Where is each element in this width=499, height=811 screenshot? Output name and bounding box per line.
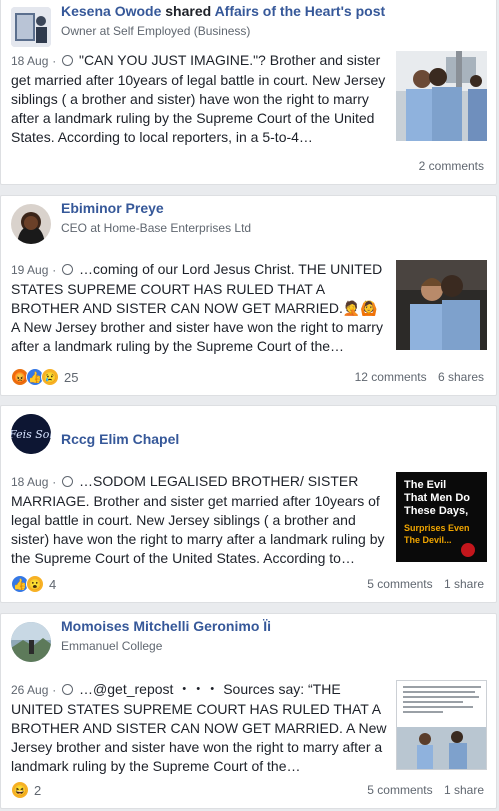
reaction-summary[interactable]: 😆 2 [11, 781, 41, 799]
post-counts: 2 comments [411, 159, 484, 173]
comments-count[interactable]: 5 comments [367, 577, 432, 591]
post-body: 18 Aug · …SODOM LEGALISED BROTHER/ SISTE… [11, 472, 387, 568]
separator: · [52, 263, 57, 277]
post-header: Ebiminor Preye [61, 200, 164, 216]
post-thumbnail[interactable] [396, 260, 487, 350]
post-date[interactable]: 26 Aug [11, 683, 48, 697]
separator: · [52, 475, 57, 489]
news-feed: Kesena Owode shared Affairs of the Heart… [0, 0, 499, 811]
reaction-summary[interactable]: 👍 😮 4 [11, 575, 56, 593]
author-link[interactable]: Kesena Owode [61, 3, 161, 19]
thumbnail-text: The Evil [404, 479, 446, 491]
author-link[interactable]: Rccg Elim Chapel [61, 431, 179, 447]
author-link[interactable]: Ebiminor Preye [61, 200, 164, 216]
post-date[interactable]: 18 Aug [11, 475, 48, 489]
sad-reaction-icon: 😢 [41, 368, 59, 386]
haha-reaction-icon: 😆 [11, 781, 29, 799]
shares-count[interactable]: 1 share [444, 783, 484, 797]
avatar[interactable] [11, 7, 51, 47]
post-card: Feis Sol Rccg Elim Chapel 18 Aug · …SODO… [0, 405, 497, 603]
post-thumbnail[interactable] [396, 680, 487, 770]
post-counts: 5 comments 1 share [359, 577, 484, 591]
post-counts: 5 comments 1 share [359, 783, 484, 797]
author-subtitle: Emmanuel College [61, 639, 163, 653]
shared-word: shared [165, 3, 212, 19]
shares-count[interactable]: 1 share [444, 577, 484, 591]
reaction-count: 2 [34, 782, 42, 798]
comments-count[interactable]: 5 comments [367, 783, 432, 797]
post-thumbnail[interactable]: The Evil That Men Do These Days, Surpris… [396, 472, 487, 562]
author-link[interactable]: Momoises Mitchelli Geronimo Ïi [61, 618, 271, 634]
reaction-count: 25 [64, 369, 79, 385]
post-card: Momoises Mitchelli Geronimo Ïi Emmanuel … [0, 613, 497, 809]
post-header: Rccg Elim Chapel [61, 431, 179, 447]
post-footer: 😡 👍 😢 25 12 comments 6 shares [11, 367, 484, 387]
thumbnail-text: Surprises Even [404, 523, 470, 533]
post-card: Kesena Owode shared Affairs of the Heart… [0, 0, 497, 185]
post-date[interactable]: 18 Aug [11, 54, 48, 68]
shared-from-link[interactable]: Affairs of the Heart's post [215, 3, 386, 19]
reaction-summary[interactable]: 😡 👍 😢 25 [11, 368, 78, 386]
globe-icon [62, 476, 74, 487]
post-body: 26 Aug · …@get_repost ・・・ Sources say: “… [11, 680, 387, 776]
shares-count[interactable]: 6 shares [438, 370, 484, 384]
wow-reaction-icon: 😮 [26, 575, 44, 593]
post-header: Momoises Mitchelli Geronimo Ïi [61, 618, 271, 634]
author-subtitle: CEO at Home-Base Enterprises Ltd [61, 221, 252, 235]
globe-icon [62, 264, 74, 275]
avatar[interactable] [11, 622, 51, 662]
avatar[interactable]: Feis Sol [11, 414, 51, 454]
avatar[interactable] [11, 204, 51, 244]
post-body: 18 Aug · "CAN YOU JUST IMAGINE."? Brothe… [11, 51, 387, 147]
thumbnail-text: That Men Do [404, 492, 470, 504]
post-counts: 12 comments 6 shares [347, 370, 484, 384]
svg-text:Feis Sol: Feis Sol [11, 428, 51, 441]
reaction-count: 4 [49, 576, 57, 592]
post-footer: 👍 😮 4 5 comments 1 share [11, 574, 484, 594]
post-card: Ebiminor Preye CEO at Home-Base Enterpri… [0, 195, 497, 396]
post-footer: 😆 2 5 comments 1 share [11, 780, 484, 800]
post-date[interactable]: 19 Aug [11, 263, 48, 277]
post-footer: 2 comments [11, 156, 484, 176]
separator: · [52, 683, 57, 697]
post-thumbnail[interactable] [396, 51, 487, 141]
separator: · [52, 54, 57, 68]
thumbnail-text: These Days, [404, 505, 468, 517]
globe-icon [62, 684, 74, 695]
author-subtitle: Owner at Self Employed (Business) [61, 24, 251, 38]
comments-count[interactable]: 12 comments [355, 370, 427, 384]
post-body: 19 Aug · …coming of our Lord Jesus Chris… [11, 260, 387, 356]
thumbnail-text: The Devil... [404, 535, 452, 545]
comments-count[interactable]: 2 comments [419, 159, 484, 173]
globe-icon [62, 55, 74, 66]
post-header: Kesena Owode shared Affairs of the Heart… [61, 3, 385, 19]
